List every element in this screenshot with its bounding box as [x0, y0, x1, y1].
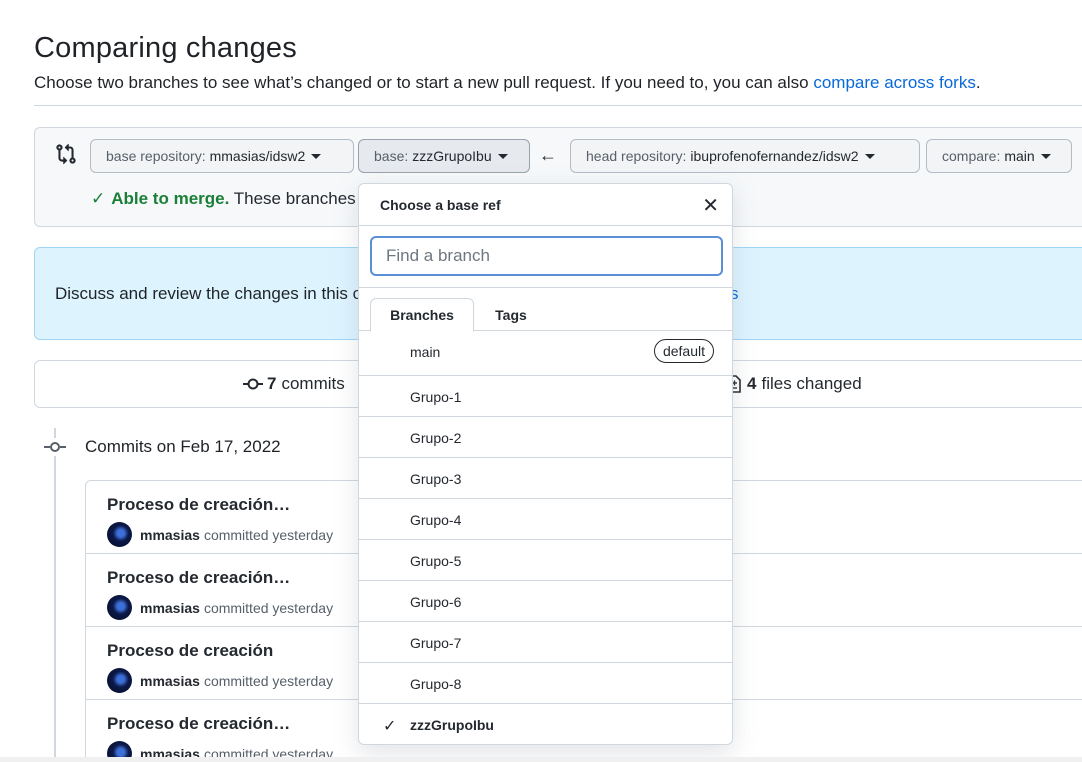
merge-status-text: These branches — [233, 189, 356, 208]
commit-action: committed yesterday — [203, 672, 334, 689]
files-label: files changed — [761, 374, 862, 393]
dropdown-header: Choose a base ref ✕ — [359, 184, 732, 226]
commit-action: committed yesterday — [203, 599, 334, 616]
compare-branch-select[interactable]: compare: main — [926, 139, 1072, 173]
dropdown-filter — [359, 226, 732, 288]
commit-title[interactable]: Proceso de creación — [107, 641, 273, 661]
commit-meta: mmasias committed yesterday — [107, 522, 333, 547]
check-icon: ✓ — [91, 189, 106, 208]
branch-item[interactable]: main default — [359, 331, 732, 376]
subtitle-end: . — [975, 73, 981, 92]
base-branch-value: zzzGrupoIbu — [412, 148, 492, 164]
commits-summary[interactable]: 7 commits — [243, 374, 345, 394]
tab-branches[interactable]: Branches — [370, 298, 474, 332]
head-repository-value: ibuprofenofernandez/idsw2 — [690, 148, 859, 164]
branch-name: main — [410, 344, 441, 360]
caret-down-icon — [311, 153, 322, 159]
git-commit-icon — [44, 438, 66, 456]
commit-author[interactable]: mmasias — [140, 673, 200, 689]
branch-name: Grupo-8 — [410, 676, 462, 692]
compare-branch-label: compare: — [942, 148, 1001, 164]
base-branch-label: base: — [374, 148, 409, 164]
branch-item[interactable]: Grupo-4 — [359, 499, 732, 540]
avatar[interactable] — [107, 522, 132, 547]
branch-name: Grupo-2 — [410, 430, 462, 446]
branch-name: Grupo-5 — [410, 553, 462, 569]
branch-name: Grupo-4 — [410, 512, 462, 528]
commit-meta: mmasias committed yesterday — [107, 668, 333, 693]
caret-down-icon — [497, 153, 508, 159]
info-banner-text: Discuss and review the changes in this c — [55, 284, 362, 303]
merge-status: ✓ Able to merge. These branches — [91, 189, 356, 209]
branch-item[interactable]: Grupo-2 — [359, 417, 732, 458]
commits-count: 7 — [267, 374, 277, 393]
commit-title[interactable]: Proceso de creación… — [107, 714, 290, 734]
branch-name: Grupo-1 — [410, 389, 462, 405]
dropdown-tabs: Branches Tags — [359, 288, 732, 332]
avatar[interactable] — [107, 668, 132, 693]
subtitle-text: Choose two branches to see what’s change… — [34, 73, 809, 92]
commit-author[interactable]: mmasias — [140, 527, 200, 543]
branch-item[interactable]: Grupo-7 — [359, 622, 732, 663]
branch-list: main default Grupo-1 Grupo-2 Grupo-3 Gru… — [359, 331, 732, 744]
commit-action: committed yesterday — [203, 526, 334, 543]
merge-status-strong: Able to merge. — [111, 189, 230, 208]
page-subtitle: Choose two branches to see what’s change… — [34, 73, 981, 93]
check-icon: ✓ — [383, 718, 397, 735]
branch-item[interactable]: Grupo-8 — [359, 663, 732, 704]
default-badge: default — [653, 339, 714, 363]
branch-name: Grupo-7 — [410, 635, 462, 651]
compare-branch-value: main — [1004, 148, 1035, 164]
git-commit-icon — [243, 378, 263, 390]
branch-filter-input[interactable] — [370, 236, 723, 276]
compare-across-forks-link[interactable]: compare across forks — [813, 73, 976, 92]
commit-author[interactable]: mmasias — [140, 600, 200, 616]
files-summary[interactable]: 4 files changed — [728, 374, 862, 394]
git-compare-icon — [56, 143, 76, 165]
caret-down-icon — [1040, 153, 1051, 159]
files-count: 4 — [747, 374, 757, 393]
caret-down-icon — [864, 153, 875, 159]
commit-meta: mmasias committed yesterday — [107, 595, 333, 620]
timeline-line — [54, 428, 56, 762]
branch-item[interactable]: Grupo-1 — [359, 376, 732, 417]
header-divider — [34, 105, 1082, 106]
base-ref-dropdown: Choose a base ref ✕ Branches Tags main d… — [358, 183, 733, 745]
branch-item[interactable]: Grupo-6 — [359, 581, 732, 622]
avatar[interactable] — [107, 595, 132, 620]
commits-label: commits — [281, 374, 345, 393]
base-repository-select[interactable]: base repository: mmasias/idsw2 — [90, 139, 354, 173]
dropdown-title: Choose a base ref — [380, 197, 501, 213]
branch-name: zzzGrupoIbu — [410, 717, 494, 733]
page-title: Comparing changes — [34, 32, 297, 64]
branch-name: Grupo-6 — [410, 594, 462, 610]
branch-item-selected[interactable]: ✓ zzzGrupoIbu — [359, 704, 732, 744]
head-repository-select[interactable]: head repository: ibuprofenofernandez/ids… — [570, 139, 920, 173]
base-repository-value: mmasias/idsw2 — [209, 148, 306, 164]
base-repository-label: base repository: — [106, 148, 206, 164]
close-icon[interactable]: ✕ — [702, 193, 719, 218]
arrow-left-icon: ← — [539, 145, 557, 165]
commit-title[interactable]: Proceso de creación… — [107, 495, 290, 515]
branch-item[interactable]: Grupo-5 — [359, 540, 732, 581]
branch-name: Grupo-3 — [410, 471, 462, 487]
commits-date-heading: Commits on Feb 17, 2022 — [85, 437, 281, 456]
tab-tags[interactable]: Tags — [481, 298, 541, 332]
base-branch-select[interactable]: base: zzzGrupoIbu — [358, 139, 530, 173]
branch-item[interactable]: Grupo-3 — [359, 458, 732, 499]
horizontal-scrollbar[interactable] — [0, 757, 1082, 762]
commit-title[interactable]: Proceso de creación… — [107, 568, 290, 588]
head-repository-label: head repository: — [586, 148, 687, 164]
